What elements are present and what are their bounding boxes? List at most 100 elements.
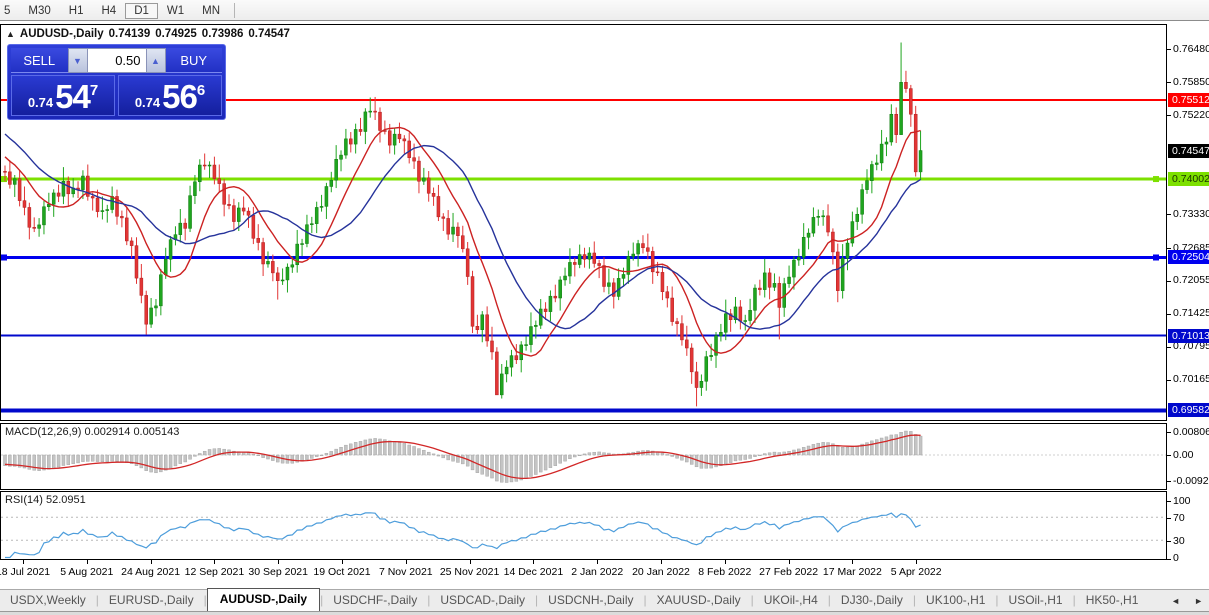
chart-symbol-label: AUDUSD-,Daily: [19, 28, 104, 40]
chart-tab-ukoil-h4[interactable]: UKOil-,H4: [754, 590, 828, 611]
sell-button[interactable]: SELL: [11, 48, 68, 73]
price-tick-label: 0.76480: [1173, 42, 1209, 55]
volume-decrease-button[interactable]: ▼: [67, 48, 88, 73]
rsi-line: [5, 512, 921, 559]
collapse-chart-icon[interactable]: ▲: [6, 29, 15, 39]
date-tick-mark: [86, 560, 88, 564]
date-tick-label: 5 Apr 2022: [890, 566, 942, 578]
chart-tab-usoil-h1[interactable]: USOil-,H1: [999, 590, 1073, 611]
date-tick-mark: [342, 560, 343, 564]
buy-button[interactable]: BUY: [165, 48, 222, 73]
price-tag: 0.75512: [1168, 93, 1209, 107]
axis-tick-mark: [1167, 379, 1171, 381]
price-axis: 0.76480 0.75850 0.75220 0.73330 0.72685 0.720…: [1167, 21, 1209, 589]
price-chart-panel[interactable]: ▲ AUDUSD-,Daily 0.74139 0.74925 0.73986 …: [0, 24, 1167, 421]
date-tick-mark: [469, 560, 471, 564]
buy-price-prefix: 0.74: [134, 95, 161, 110]
timeframe-button-w1[interactable]: W1: [158, 3, 193, 19]
chart-tab-usdchf-daily[interactable]: USDCHF-,Daily: [323, 590, 427, 611]
tab-scroll-right-icon[interactable]: ►: [1194, 596, 1203, 606]
ohlc-open: 0.74139: [108, 28, 151, 40]
chart-tab-usdcnh-daily[interactable]: USDCNH-,Daily: [538, 590, 643, 611]
chart-tab-hk50-h1[interactable]: HK50-,H1: [1076, 590, 1149, 611]
volume-input[interactable]: 0.50: [87, 48, 146, 73]
axis-tick-mark: [1167, 346, 1171, 348]
axis-tick-mark: [1167, 501, 1171, 502]
date-tick-label: 7 Nov 2021: [378, 566, 433, 578]
chart-tab-usdcad-daily[interactable]: USDCAD-,Daily: [430, 590, 535, 611]
timeframe-button-h4[interactable]: H4: [92, 3, 125, 19]
timeframe-button-5[interactable]: 5: [0, 3, 19, 19]
date-tick-mark: [405, 560, 407, 564]
price-tag: 0.69582: [1168, 403, 1209, 418]
axis-tick-mark: [1167, 280, 1171, 282]
sell-price-button[interactable]: 0.74 54 7: [11, 75, 115, 116]
date-tick-label: 20 Jan 2022: [632, 566, 690, 578]
axis-tick-mark: [1167, 541, 1171, 543]
macd-axis-label: 0.00: [1173, 448, 1194, 461]
buy-price-big: 56: [162, 78, 198, 115]
date-tick-label: 8 Feb 2022: [698, 566, 752, 578]
macd-axis-label: -0.009286: [1173, 474, 1209, 487]
date-tick-mark: [214, 560, 216, 564]
date-axis: 18 Jul 2021 5 Aug 2021 24 Aug 2021 12 Sep 2…: [0, 560, 1167, 589]
axis-tick-mark: [1167, 481, 1171, 482]
rsi-axis-label: 70: [1173, 511, 1185, 524]
rsi-axis-label: 100: [1173, 494, 1191, 507]
date-tick-mark: [23, 560, 24, 564]
rsi-chart: [1, 512, 1166, 559]
price-tick-label: 0.72055: [1173, 274, 1209, 287]
date-tick-mark: [852, 560, 854, 564]
chart-tab-usdx-weekly[interactable]: USDX,Weekly: [0, 590, 96, 611]
date-tick-label: 27 Feb 2022: [759, 566, 819, 578]
rsi-indicator-panel[interactable]: RSI(14) 52.0951: [0, 491, 1167, 560]
price-tick-label: 0.70165: [1173, 373, 1209, 386]
rsi-axis-label: 0: [1173, 552, 1179, 564]
axis-tick-mark: [1167, 248, 1171, 249]
axis-tick-mark: [1167, 214, 1171, 216]
volume-increase-button[interactable]: ▲: [145, 48, 166, 73]
chart-tab-audusd-daily[interactable]: AUDUSD-,Daily: [206, 588, 321, 611]
price-tick-label: 0.75850: [1173, 75, 1209, 88]
date-tick-label: 19 Oct 2021: [313, 566, 371, 578]
price-tag: 0.74002: [1168, 172, 1209, 187]
chart-title: ▲ AUDUSD-,Daily 0.74139 0.74925 0.73986 …: [6, 28, 290, 40]
ohlc-close: 0.74547: [248, 28, 290, 40]
rsi-label: RSI(14) 52.0951: [5, 494, 86, 506]
chart-tab-uk100-h1[interactable]: UK100-,H1: [916, 590, 995, 611]
timeframe-button-m30[interactable]: M30: [19, 3, 59, 19]
rsi-axis-label: 30: [1173, 534, 1185, 547]
axis-tick-mark: [1167, 518, 1171, 520]
price-tick-label: 0.71425: [1173, 307, 1209, 320]
date-tick-mark: [150, 560, 152, 564]
chart-tab-xauusd-daily[interactable]: XAUUSD-,Daily: [647, 590, 751, 611]
axis-tick-mark: [1167, 313, 1171, 315]
ohlc-high: 0.74925: [155, 28, 197, 40]
macd-label: MACD(12,26,9) 0.002914 0.005143: [5, 426, 180, 438]
timeframe-button-mn[interactable]: MN: [193, 3, 229, 19]
buy-price-pip: 6: [196, 82, 206, 99]
axis-tick-mark: [1167, 432, 1171, 434]
price-tag: 0.71013: [1168, 328, 1209, 343]
tab-scroll-left-icon[interactable]: ◄: [1171, 596, 1180, 606]
timeframe-toolbar: 5 M30 H1 H4 D1 W1 MN: [0, 0, 1209, 21]
axis-tick-mark: [1167, 49, 1171, 51]
date-tick-label: 2 Jan 2022: [571, 566, 624, 578]
macd-axis-label: 0.008061: [1173, 425, 1209, 438]
chart-tab-bar: USDX,Weekly | EURUSD-,Daily | AUDUSD-,Daily |…: [0, 588, 1209, 612]
date-tick-label: 14 Dec 2021: [503, 566, 564, 578]
macd-indicator-panel[interactable]: MACD(12,26,9) 0.002914 0.005143: [0, 423, 1167, 490]
terminal-window: 5 M30 H1 H4 D1 W1 MN ▲ AUDUSD-,Daily 0.74139 0…: [0, 0, 1209, 615]
chart-tab-dj30-daily[interactable]: DJ30-,Daily: [831, 590, 913, 611]
timeframe-button-d1[interactable]: D1: [125, 2, 158, 19]
date-tick-label: 24 Aug 2021: [121, 566, 181, 578]
price-tag: 0.74547: [1168, 143, 1209, 158]
date-tick-mark: [597, 560, 599, 564]
price-tick-label: 0.73330: [1173, 207, 1209, 220]
timeframe-button-h1[interactable]: H1: [60, 3, 93, 19]
chart-tab-eurusd-daily[interactable]: EURUSD-,Daily: [99, 590, 204, 611]
date-tick-mark: [278, 560, 280, 564]
buy-price-button[interactable]: 0.74 56 6: [118, 75, 222, 116]
date-tick-label: 5 Aug 2021: [60, 566, 114, 578]
axis-tick-mark: [1167, 455, 1171, 456]
